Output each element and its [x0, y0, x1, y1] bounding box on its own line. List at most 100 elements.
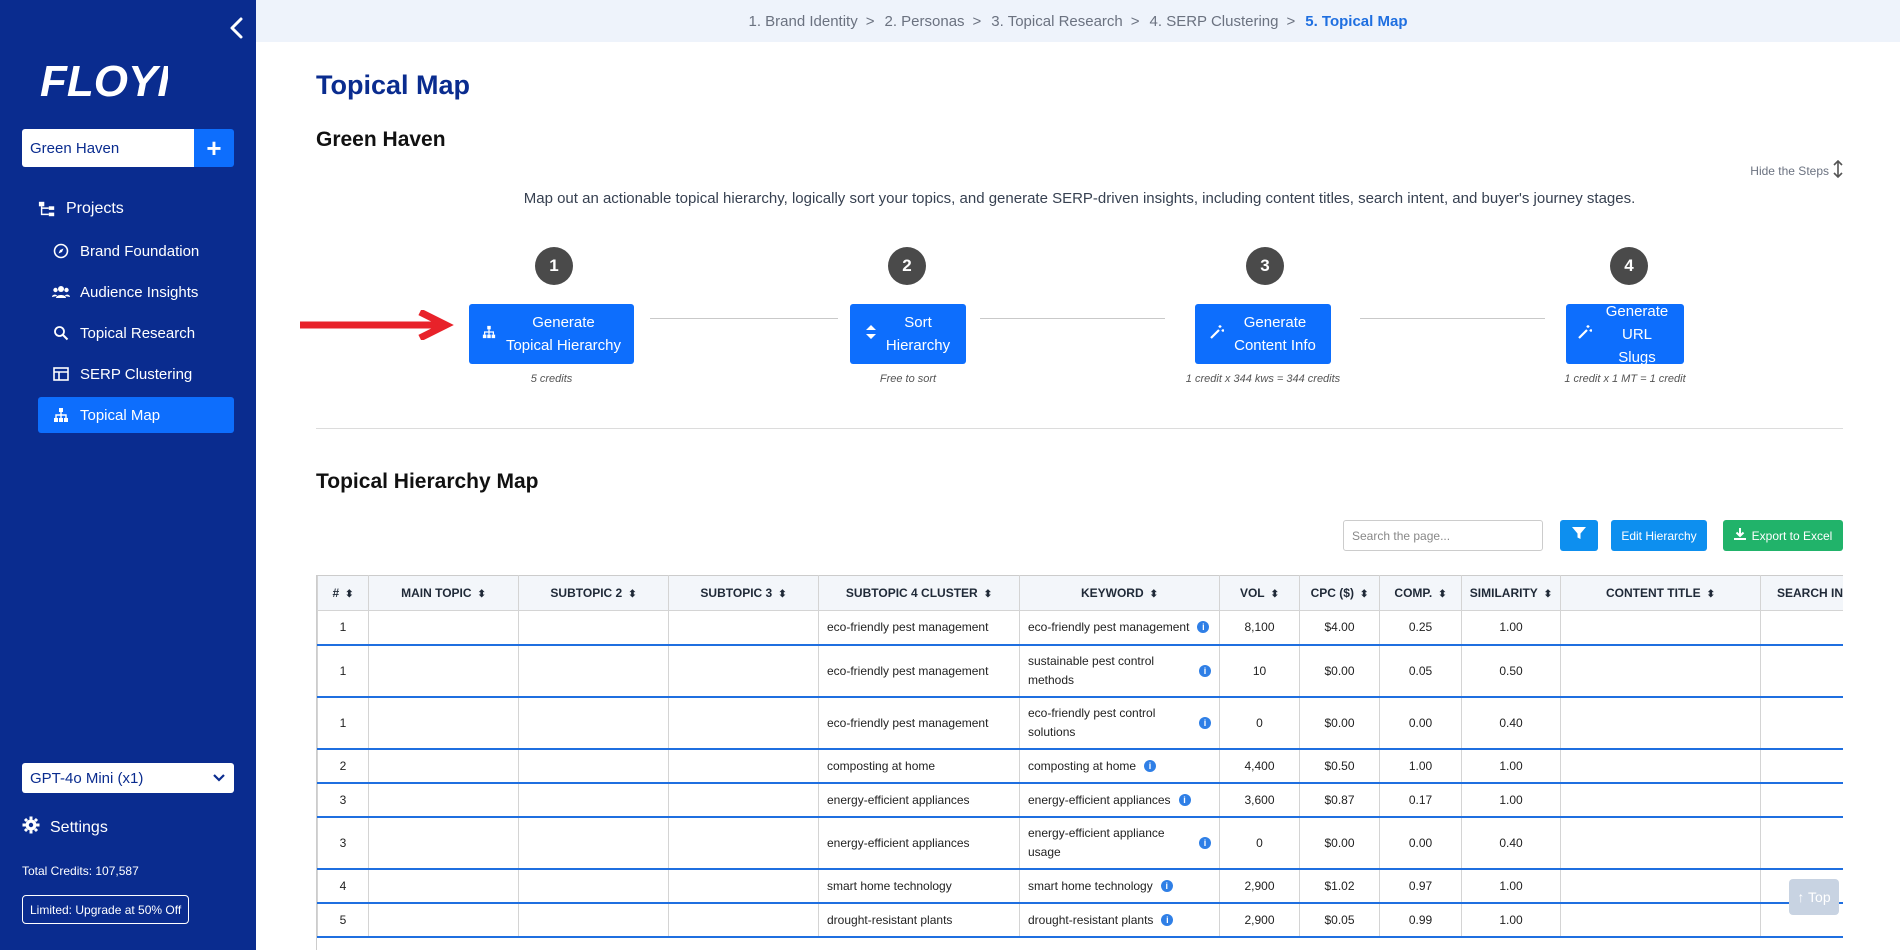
- column-header-number[interactable]: # ⬍: [317, 575, 369, 611]
- sidebar-item-projects[interactable]: Projects: [0, 190, 256, 228]
- breadcrumb-item-topical-research[interactable]: 3. Topical Research >: [991, 13, 1149, 30]
- step-connector: [1360, 318, 1545, 319]
- hide-steps-toggle[interactable]: Hide the Steps: [1750, 159, 1843, 181]
- search-icon: [52, 324, 70, 342]
- edit-hierarchy-button[interactable]: Edit Hierarchy: [1611, 520, 1707, 551]
- search-input[interactable]: Search the page...: [1343, 520, 1543, 551]
- logo-text: FLOYI: [40, 57, 168, 106]
- breadcrumb-item-serp-clustering[interactable]: 4. SERP Clustering >: [1150, 13, 1306, 30]
- info-icon[interactable]: i: [1144, 759, 1157, 772]
- breadcrumb-label: 5. Topical Map: [1305, 12, 1408, 30]
- step-note: 5 credits: [530, 373, 573, 385]
- generate-content-info-button[interactable]: Generate Content Info: [1195, 304, 1331, 364]
- column-header-keyword[interactable]: KEYWORD ⬍: [1019, 575, 1220, 611]
- cell-comp: 0.25: [1379, 610, 1462, 646]
- floyi-logo[interactable]: FLOYI: [38, 46, 170, 106]
- breadcrumb-separator: >: [865, 12, 875, 30]
- generate-topical-hierarchy-button[interactable]: Generate Topical Hierarchy: [469, 304, 634, 364]
- cell-vol: 0: [1219, 696, 1300, 750]
- export-to-excel-button[interactable]: Export to Excel: [1723, 520, 1843, 551]
- column-header-label: MAIN TOPIC: [401, 586, 472, 600]
- column-header-similarity[interactable]: SIMILARITY ⬍: [1461, 575, 1561, 611]
- table-row[interactable]: 3 energy-efficient appliances energy-effic…: [317, 782, 1843, 818]
- info-icon[interactable]: i: [1199, 836, 1211, 849]
- column-header-subtopic-2[interactable]: SUBTOPIC 2 ⬍: [518, 575, 669, 611]
- sidebar-item-serp-clustering[interactable]: SERP Clustering: [0, 356, 256, 392]
- vertical-arrows-icon: [1833, 159, 1843, 181]
- cell-cluster: smart home technology: [818, 868, 1020, 904]
- keyword-wrapper: eco-friendly pest management i: [1028, 620, 1210, 635]
- column-header-label: SUBTOPIC 4 CLUSTER: [845, 586, 978, 600]
- cell-cluster: composting at home: [818, 748, 1020, 784]
- column-header-subtopic-4-cluster[interactable]: SUBTOPIC 4 CLUSTER ⬍: [818, 575, 1020, 611]
- project-selector: Green Haven +: [22, 129, 234, 167]
- column-header-comp[interactable]: COMP. ⬍: [1379, 575, 1462, 611]
- column-header-main-topic[interactable]: MAIN TOPIC ⬍: [368, 575, 519, 611]
- cell-similarity: 1.00: [1461, 610, 1561, 646]
- filter-button[interactable]: [1560, 520, 1598, 551]
- sitemap-icon: [38, 200, 56, 218]
- column-header-content-title[interactable]: CONTENT TITLE ⬍: [1560, 575, 1761, 611]
- export-label: Export to Excel: [1751, 528, 1833, 543]
- cell-similarity: 0.40: [1461, 696, 1561, 750]
- cell-vol: 2,900: [1219, 868, 1300, 904]
- sidebar-item-topical-map[interactable]: Topical Map: [38, 397, 234, 433]
- column-header-search-intent[interactable]: SEARCH INT: [1760, 575, 1843, 611]
- table-row[interactable]: 5 drought-resistant plants drought-resista…: [317, 902, 1843, 938]
- cell-number: 3: [317, 816, 369, 870]
- cell-similarity: 1.00: [1461, 748, 1561, 784]
- cell-cpc: $0.00: [1299, 816, 1380, 870]
- sort-icon: ⬍: [1359, 589, 1369, 600]
- cell-content-title: [1560, 816, 1761, 870]
- table-row[interactable]: 1 eco-friendly pest management sustainable…: [317, 644, 1843, 698]
- table-row[interactable]: 1 eco-friendly pest management eco-friendl…: [317, 696, 1843, 750]
- settings-link[interactable]: Settings: [22, 816, 108, 839]
- info-icon[interactable]: i: [1160, 879, 1173, 892]
- info-icon[interactable]: i: [1161, 913, 1174, 926]
- column-header-vol[interactable]: VOL ⬍: [1219, 575, 1300, 611]
- keyword-text: smart home technology: [1028, 878, 1153, 893]
- cell-comp: 0.00: [1379, 696, 1462, 750]
- back-to-top-button[interactable]: ↑ Top: [1789, 879, 1839, 915]
- info-icon[interactable]: i: [1197, 621, 1210, 634]
- sort-hierarchy-button[interactable]: Sort Hierarchy: [850, 304, 966, 364]
- upgrade-button[interactable]: Limited: Upgrade at 50% Off: [22, 895, 190, 924]
- sort-icon: ⬍: [1270, 589, 1280, 600]
- info-icon[interactable]: i: [1199, 716, 1211, 729]
- info-icon[interactable]: i: [1199, 664, 1211, 677]
- add-project-button[interactable]: +: [194, 129, 234, 167]
- step-number: 2: [888, 247, 926, 285]
- breadcrumb-item-topical-map[interactable]: 5. Topical Map: [1305, 13, 1407, 30]
- step-label-line2: URL Slugs: [1618, 325, 1656, 366]
- cell-search-intent: [1760, 696, 1843, 750]
- column-header-subtopic-3[interactable]: SUBTOPIC 3 ⬍: [668, 575, 819, 611]
- project-select[interactable]: Green Haven: [22, 129, 194, 167]
- sidebar-item-topical-research[interactable]: Topical Research: [0, 315, 256, 351]
- sidebar-item-brand-foundation[interactable]: Brand Foundation: [0, 233, 256, 269]
- model-select-value: GPT-4o Mini (x1): [30, 769, 144, 787]
- info-icon[interactable]: i: [1178, 793, 1191, 806]
- cell-main-topic: [368, 868, 519, 904]
- table-row[interactable]: 1 eco-friendly pest management eco-friendl…: [317, 610, 1843, 646]
- keyword-wrapper: sustainable pest control methods i: [1028, 652, 1211, 690]
- keyword-text: eco-friendly pest management: [1028, 620, 1190, 635]
- table-row[interactable]: 2 composting at home composting at home i 4,…: [317, 748, 1843, 784]
- column-header-label: SUBTOPIC 3: [700, 586, 773, 600]
- sort-icon: ⬍: [1149, 589, 1159, 600]
- model-select[interactable]: GPT-4o Mini (x1): [22, 763, 234, 793]
- breadcrumb-item-personas[interactable]: 2. Personas >: [884, 13, 991, 30]
- breadcrumb-item-brand-identity[interactable]: 1. Brand Identity >: [748, 13, 884, 30]
- column-header-cpc[interactable]: CPC ($) ⬍: [1299, 575, 1380, 611]
- cell-subtopic-2: [518, 782, 669, 818]
- step-label-line1: Generate: [532, 314, 595, 331]
- keyword-wrapper: drought-resistant plants i: [1028, 913, 1174, 927]
- sort-icon: [865, 323, 876, 346]
- collapse-sidebar-icon[interactable]: [226, 16, 248, 40]
- column-header-label: #: [332, 586, 340, 600]
- generate-url-slugs-button[interactable]: Generate URL Slugs: [1566, 303, 1684, 366]
- table-row[interactable]: 3 energy-efficient appliances energy-effic…: [317, 816, 1843, 870]
- sidebar-item-audience-insights[interactable]: Audience Insights: [0, 274, 256, 310]
- table-row[interactable]: 4 smart home technology smart home technol…: [317, 868, 1843, 904]
- cell-comp: 0.97: [1379, 868, 1462, 904]
- cell-subtopic-2: [518, 902, 669, 938]
